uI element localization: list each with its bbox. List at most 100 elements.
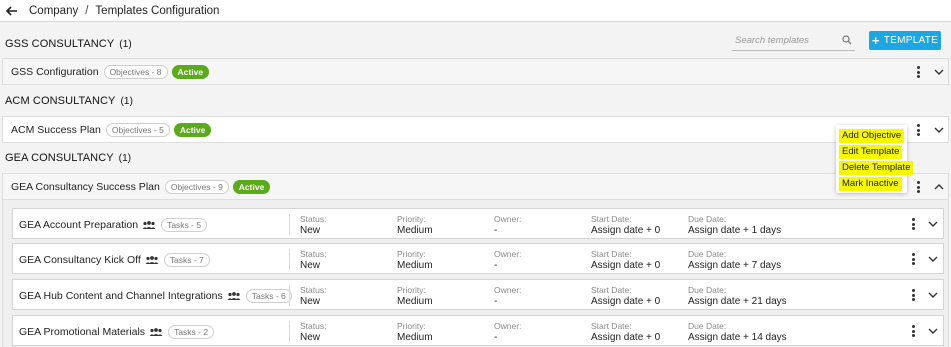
tasks-count: Tasks - 6 bbox=[245, 289, 292, 303]
objective-name[interactable]: GEA Promotional Materials bbox=[19, 326, 145, 338]
due-date-value: Assign date + 21 days bbox=[688, 296, 787, 307]
due-date-field: Due Date: Assign date + 1 days bbox=[688, 214, 781, 237]
chevron-down-icon[interactable] bbox=[927, 253, 939, 265]
owner-label: Owner: bbox=[494, 249, 522, 259]
breadcrumb-separator: / bbox=[85, 4, 89, 17]
team-icon bbox=[227, 292, 241, 300]
owner-field: Owner: - bbox=[494, 214, 521, 237]
template-name[interactable]: GSS Configuration bbox=[11, 66, 99, 78]
chevron-down-icon[interactable] bbox=[927, 289, 939, 301]
start-date-field: Start Date: Assign date + 0 bbox=[591, 285, 660, 308]
priority-label: Priority: bbox=[397, 214, 426, 224]
chevron-down-icon[interactable] bbox=[933, 124, 945, 136]
status-label: Status: bbox=[300, 285, 327, 295]
chevron-down-icon[interactable] bbox=[933, 66, 945, 78]
more-options-icon[interactable] bbox=[908, 251, 918, 267]
status-field: Status: New bbox=[300, 285, 326, 308]
more-options-icon[interactable] bbox=[913, 179, 923, 195]
team-icon bbox=[149, 328, 163, 336]
group-count: (1) bbox=[120, 95, 134, 107]
divider bbox=[289, 249, 290, 270]
priority-field: Priority: Medium bbox=[397, 285, 433, 308]
chevron-down-icon[interactable] bbox=[927, 218, 939, 230]
status-label: Status: bbox=[300, 214, 327, 224]
priority-field: Priority: Medium bbox=[397, 214, 433, 237]
start-date-value: Assign date + 0 bbox=[591, 225, 661, 236]
due-date-label: Due Date: bbox=[688, 285, 727, 295]
menu-item-add-objective[interactable]: Add Objective bbox=[839, 129, 905, 143]
more-options-icon[interactable] bbox=[913, 122, 923, 138]
due-date-field: Due Date: Assign date + 14 days bbox=[688, 321, 787, 344]
objective-row[interactable]: GEA Account Preparation Tasks - 5 Status… bbox=[12, 208, 944, 239]
team-icon bbox=[142, 221, 156, 229]
tasks-count: Tasks - 5 bbox=[161, 218, 208, 232]
objectives-count: Objectives - 5 bbox=[105, 122, 170, 137]
status-field: Status: New bbox=[300, 249, 326, 272]
due-date-field: Due Date: Assign date + 7 days bbox=[688, 249, 781, 272]
start-date-label: Start Date: bbox=[591, 321, 632, 331]
search-input[interactable]: Search templates bbox=[732, 31, 855, 51]
group-name: ACM CONSULTANCY bbox=[5, 95, 116, 107]
back-arrow-icon[interactable] bbox=[6, 5, 22, 16]
add-template-button[interactable]: + TEMPLATE bbox=[869, 31, 941, 50]
tasks-count: Tasks - 7 bbox=[163, 253, 210, 267]
more-options-icon[interactable] bbox=[913, 64, 923, 80]
objectives-count: Objectives - 8 bbox=[103, 64, 168, 79]
group-name: GEA CONSULTANCY bbox=[5, 152, 114, 164]
objective-name[interactable]: GEA Account Preparation bbox=[19, 219, 138, 231]
priority-label: Priority: bbox=[397, 321, 426, 331]
chevron-down-icon[interactable] bbox=[927, 325, 939, 337]
due-date-value: Assign date + 7 days bbox=[688, 260, 782, 271]
priority-field: Priority: Medium bbox=[397, 249, 433, 272]
breadcrumb-root[interactable]: Company bbox=[29, 5, 78, 17]
start-date-value: Assign date + 0 bbox=[591, 332, 661, 343]
status-value: New bbox=[300, 260, 321, 271]
status-value: New bbox=[300, 296, 321, 307]
start-date-label: Start Date: bbox=[591, 285, 632, 295]
template-row-gss[interactable]: GSS Configuration Objectives - 8 Active bbox=[2, 58, 949, 85]
due-date-label: Due Date: bbox=[688, 249, 727, 259]
due-date-value: Assign date + 14 days bbox=[688, 332, 787, 343]
more-options-icon[interactable] bbox=[908, 216, 918, 232]
menu-item-edit-template[interactable]: Edit Template bbox=[839, 145, 903, 159]
start-date-label: Start Date: bbox=[591, 214, 632, 224]
objectives-panel: GEA Account Preparation Tasks - 5 Status… bbox=[2, 200, 949, 347]
template-name[interactable]: GEA Consultancy Success Plan bbox=[11, 181, 160, 193]
tasks-count: Tasks - 2 bbox=[168, 325, 215, 339]
breadcrumb: Company / Templates Configuration bbox=[0, 0, 951, 22]
status-field: Status: New bbox=[300, 214, 326, 237]
team-icon bbox=[145, 256, 159, 264]
objective-row[interactable]: GEA Consultancy Kick Off Tasks - 7 Statu… bbox=[12, 243, 944, 274]
owner-label: Owner: bbox=[494, 321, 522, 331]
due-date-value: Assign date + 1 days bbox=[688, 225, 782, 236]
priority-value: Medium bbox=[397, 332, 433, 343]
objective-row[interactable]: GEA Hub Content and Channel Integrations… bbox=[12, 279, 944, 310]
status-label: Status: bbox=[300, 249, 327, 259]
owner-value: - bbox=[494, 296, 498, 307]
owner-label: Owner: bbox=[494, 214, 522, 224]
search-icon bbox=[842, 35, 852, 48]
divider bbox=[289, 321, 290, 342]
chevron-up-icon[interactable] bbox=[933, 181, 945, 193]
owner-value: - bbox=[494, 225, 498, 236]
priority-value: Medium bbox=[397, 260, 433, 271]
template-row-gea[interactable]: GEA Consultancy Success Plan Objectives … bbox=[2, 173, 949, 200]
status-field: Status: New bbox=[300, 321, 326, 344]
status-label: Status: bbox=[300, 321, 327, 331]
objective-row[interactable]: GEA Promotional Materials Tasks - 2 Stat… bbox=[12, 315, 944, 346]
template-name[interactable]: ACM Success Plan bbox=[11, 124, 101, 136]
owner-field: Owner: - bbox=[494, 249, 521, 272]
menu-item-delete-template[interactable]: Delete Template bbox=[839, 161, 914, 175]
start-date-value: Assign date + 0 bbox=[591, 260, 661, 271]
group-count: (1) bbox=[119, 38, 132, 50]
menu-item-mark-inactive[interactable]: Mark Inactive bbox=[839, 177, 902, 191]
more-options-icon[interactable] bbox=[908, 323, 918, 339]
template-row-acm[interactable]: ACM Success Plan Objectives - 5 Active bbox=[2, 116, 949, 143]
owner-value: - bbox=[494, 260, 498, 271]
priority-label: Priority: bbox=[397, 285, 426, 295]
divider bbox=[289, 285, 290, 306]
group-count: (1) bbox=[118, 152, 132, 164]
objective-name[interactable]: GEA Consultancy Kick Off bbox=[19, 254, 141, 266]
objective-name[interactable]: GEA Hub Content and Channel Integrations bbox=[19, 290, 223, 302]
more-options-icon[interactable] bbox=[908, 287, 918, 303]
